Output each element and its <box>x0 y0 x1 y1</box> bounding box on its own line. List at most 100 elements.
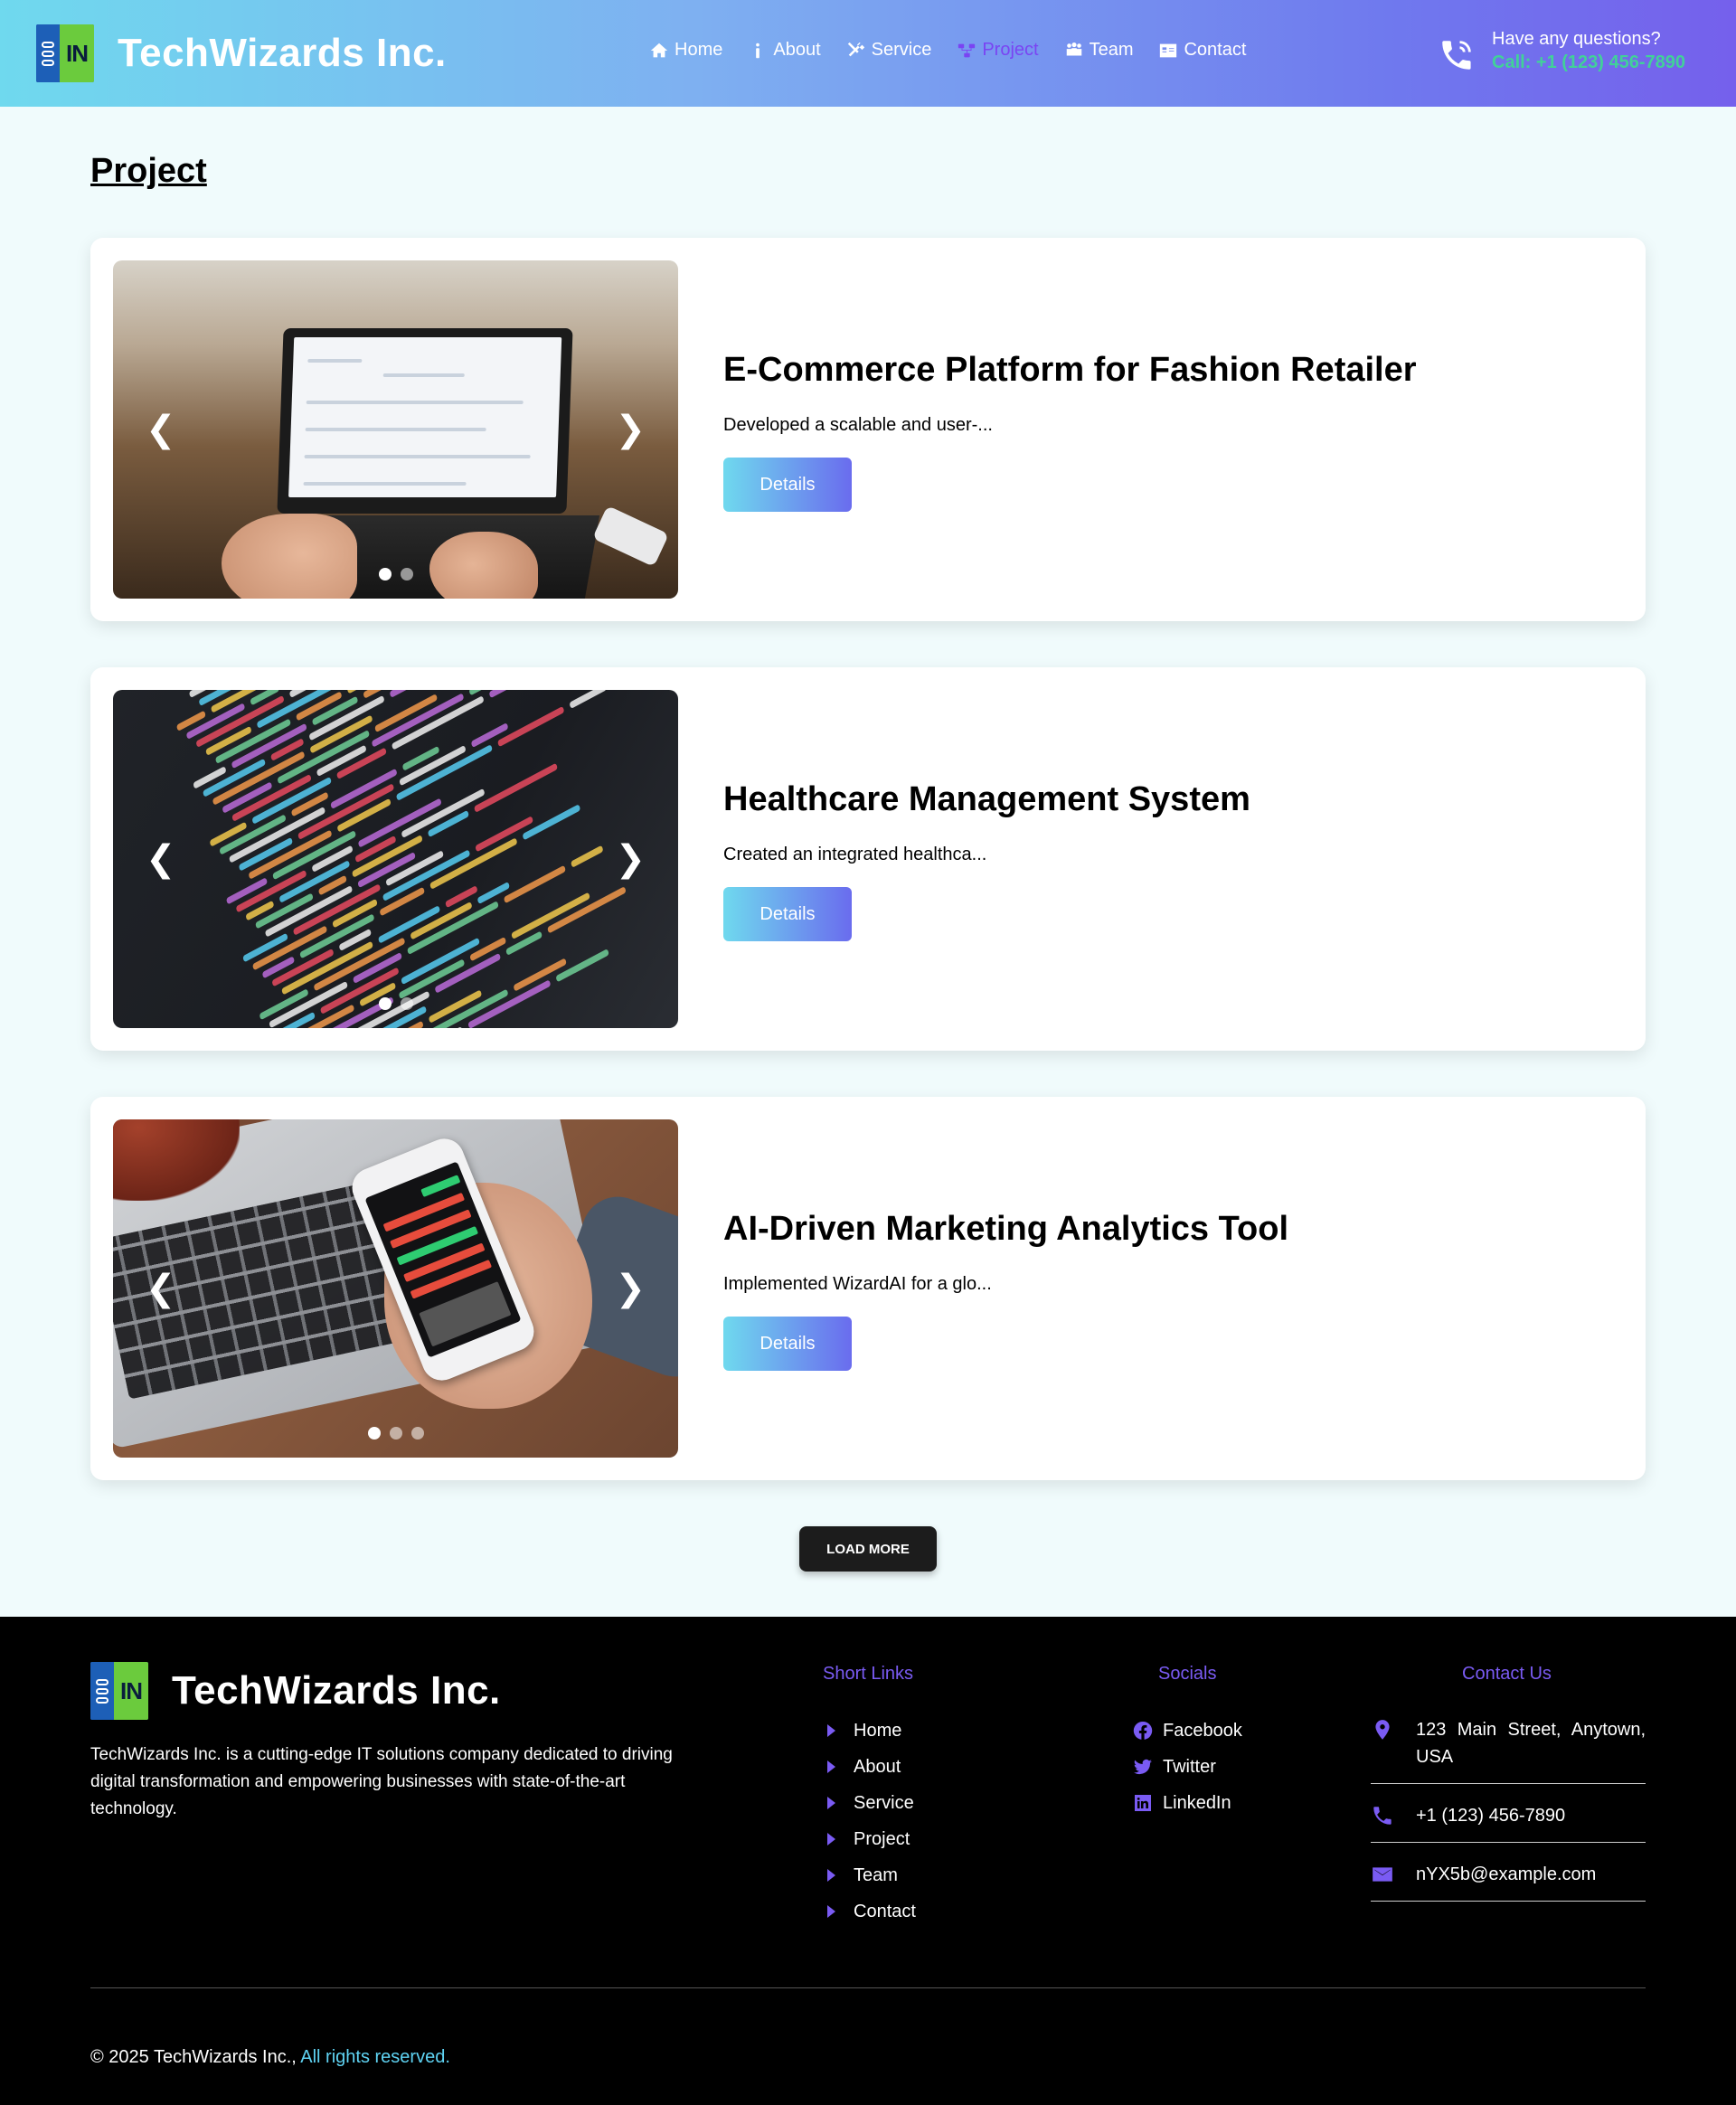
link-label: Team <box>854 1864 898 1885</box>
short-links-title: Short Links <box>823 1664 914 1684</box>
details-button[interactable]: Details <box>723 1317 852 1371</box>
copyright: © 2025 TechWizards Inc., All rights rese… <box>90 2047 450 2068</box>
carousel-next-icon[interactable]: ❯ <box>615 1270 646 1307</box>
carousel-dot[interactable] <box>400 568 413 581</box>
email-text: nYX5b@example.com <box>1416 1864 1597 1884</box>
copyright-text: © 2025 TechWizards Inc., <box>90 2047 297 2067</box>
footer-brand[interactable]: IN TechWizards Inc. <box>90 1662 501 1720</box>
info-icon <box>756 42 760 58</box>
site-footer: IN TechWizards Inc. TechWizards Inc. is … <box>0 1617 1736 2105</box>
code-image <box>149 690 678 1028</box>
phone-call-icon <box>1438 36 1476 74</box>
contact-call[interactable]: Call: +1 (123) 456-7890 <box>1492 51 1685 74</box>
main-nav: Home About Service Project Team Contact <box>649 40 1246 61</box>
project-image-carousel[interactable]: ❮ ❯ <box>113 690 678 1028</box>
short-links: Home About Service Project Team Contact <box>827 1713 916 1930</box>
socials-title: Socials <box>1158 1664 1217 1684</box>
carousel-dot[interactable] <box>367 1427 381 1440</box>
link-label: Service <box>854 1792 914 1813</box>
carousel-dot[interactable] <box>378 997 392 1010</box>
company-logo: IN <box>36 24 94 82</box>
nav-item-about[interactable]: About <box>748 40 821 61</box>
nav-label: About <box>773 40 821 60</box>
nav-item-team[interactable]: Team <box>1064 40 1134 61</box>
social-label: Facebook <box>1163 1720 1242 1741</box>
carousel-prev-icon[interactable]: ❮ <box>146 1270 176 1307</box>
nav-label: Team <box>1089 40 1134 60</box>
facebook-icon <box>1133 1721 1153 1740</box>
social-label: Twitter <box>1163 1756 1216 1777</box>
caret-right-icon <box>827 1869 835 1882</box>
brand[interactable]: IN TechWizards Inc. <box>36 24 447 82</box>
link-label: Project <box>854 1828 910 1849</box>
linkedin-icon <box>1135 1795 1151 1811</box>
carousel-prev-icon[interactable]: ❮ <box>146 841 176 877</box>
link-label: About <box>854 1756 901 1777</box>
carousel-prev-icon[interactable]: ❮ <box>146 411 176 448</box>
project-summary: Implemented WizardAI for a glo... <box>723 1274 992 1294</box>
project-image-carousel[interactable]: ❮ ❯ <box>113 260 678 599</box>
project-title: E-Commerce Platform for Fashion Retailer <box>723 351 1417 389</box>
phone-icon <box>1373 1807 1392 1825</box>
header-contact[interactable]: Have any questions? Call: +1 (123) 456-7… <box>1438 27 1685 74</box>
home-icon <box>650 42 668 57</box>
footer-link-project[interactable]: Project <box>827 1821 916 1857</box>
footer-link-service[interactable]: Service <box>827 1785 916 1821</box>
contact-list: 123 Main Street, Anytown, USA +1 (123) 4… <box>1371 1711 1646 1914</box>
tools-icon <box>847 42 864 56</box>
carousel-dot[interactable] <box>400 997 413 1010</box>
contact-us-title: Contact Us <box>1462 1664 1552 1684</box>
nav-label: Contact <box>1184 40 1247 60</box>
contact-phone[interactable]: +1 (123) 456-7890 <box>1371 1797 1646 1843</box>
carousel-indicators <box>113 1427 678 1440</box>
carousel-dot[interactable] <box>389 1427 402 1440</box>
project-title: AI-Driven Marketing Analytics Tool <box>723 1210 1288 1248</box>
brand-name: TechWizards Inc. <box>118 31 447 75</box>
contact-question: Have any questions? <box>1492 29 1661 49</box>
rights-text: All rights reserved. <box>300 2047 450 2067</box>
company-logo: IN <box>90 1662 148 1720</box>
address-text: 123 Main Street, Anytown, USA <box>1416 1720 1646 1767</box>
nav-label: Service <box>871 40 932 60</box>
footer-link-contact[interactable]: Contact <box>827 1893 916 1930</box>
phone-text: +1 (123) 456-7890 <box>1416 1806 1566 1826</box>
carousel-next-icon[interactable]: ❯ <box>615 841 646 877</box>
nav-label: Project <box>982 40 1039 60</box>
social-label: LinkedIn <box>1163 1792 1231 1813</box>
logo-text: IN <box>60 24 94 82</box>
logo-text: IN <box>114 1662 148 1720</box>
social-linkedin[interactable]: LinkedIn <box>1132 1785 1242 1821</box>
footer-link-about[interactable]: About <box>827 1749 916 1785</box>
brand-name: TechWizards Inc. <box>172 1668 501 1713</box>
link-label: Home <box>854 1720 902 1741</box>
caret-right-icon <box>827 1797 835 1809</box>
contact-email[interactable]: nYX5b@example.com <box>1371 1855 1646 1902</box>
project-summary: Developed a scalable and user-... <box>723 415 993 435</box>
nav-item-service[interactable]: Service <box>846 40 932 61</box>
footer-about: TechWizards Inc. is a cutting-edge IT so… <box>90 1745 673 1818</box>
carousel-dot[interactable] <box>378 568 392 581</box>
social-facebook[interactable]: Facebook <box>1132 1713 1242 1749</box>
carousel-dot[interactable] <box>410 1427 424 1440</box>
caret-right-icon <box>827 1833 835 1845</box>
social-twitter[interactable]: Twitter <box>1132 1749 1242 1785</box>
caret-right-icon <box>827 1760 835 1773</box>
location-pin-icon <box>1375 1720 1390 1740</box>
footer-divider <box>90 1987 1646 1988</box>
footer-link-team[interactable]: Team <box>827 1857 916 1893</box>
details-button[interactable]: Details <box>723 458 852 512</box>
nav-item-project[interactable]: Project <box>957 40 1039 61</box>
contact-address: 123 Main Street, Anytown, USA <box>1371 1711 1646 1784</box>
nav-item-contact[interactable]: Contact <box>1158 40 1246 61</box>
details-button[interactable]: Details <box>723 887 852 941</box>
project-card: ❮ ❯ Healthcare Management System Created… <box>90 667 1646 1051</box>
project-card: ❮ ❯ AI-Driven Marketing Analytics Tool I… <box>90 1097 1646 1480</box>
project-image-carousel[interactable]: ❮ ❯ <box>113 1119 678 1458</box>
contact-card-icon <box>1160 43 1177 57</box>
nav-item-home[interactable]: Home <box>649 40 722 61</box>
footer-link-home[interactable]: Home <box>827 1713 916 1749</box>
project-card: ❮ ❯ E-Commerce Platform for Fashion Reta… <box>90 238 1646 621</box>
carousel-next-icon[interactable]: ❯ <box>615 411 646 448</box>
project-title: Healthcare Management System <box>723 780 1250 818</box>
load-more-button[interactable]: LOAD MORE <box>799 1526 937 1572</box>
